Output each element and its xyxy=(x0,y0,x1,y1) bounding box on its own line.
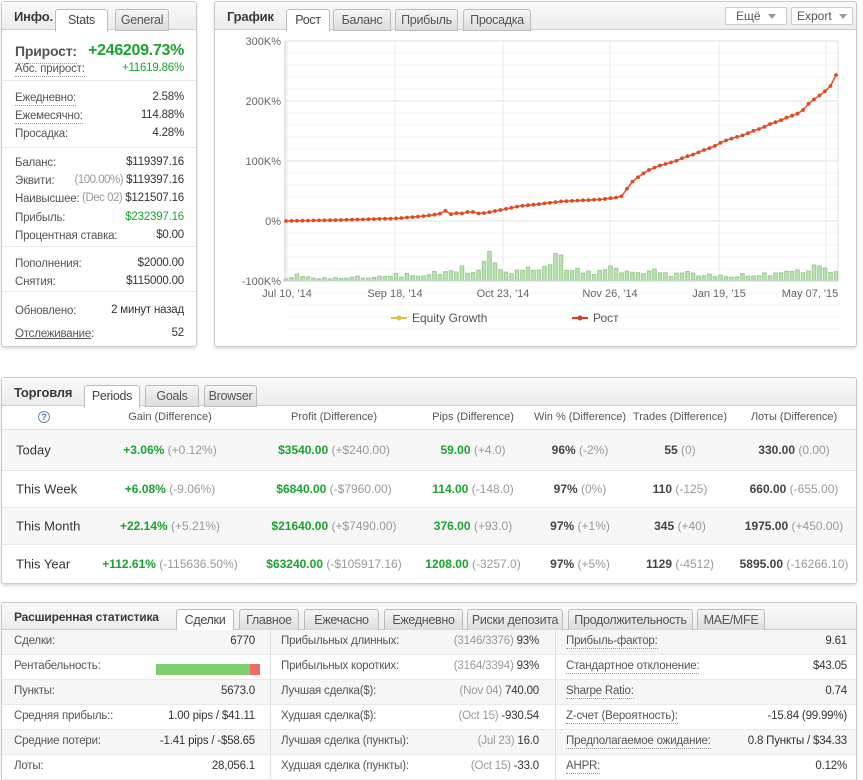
svg-text:Equity Growth: Equity Growth xyxy=(412,311,487,325)
svg-text:Рост: Рост xyxy=(593,311,619,325)
svg-text:Jan 19, '15: Jan 19, '15 xyxy=(692,288,745,300)
svg-text:-100K%: -100K% xyxy=(242,276,281,288)
svg-text:Sep 18, '14: Sep 18, '14 xyxy=(367,288,422,300)
svg-text:200K%: 200K% xyxy=(246,96,282,108)
svg-text:0%: 0% xyxy=(265,216,281,228)
svg-text:100K%: 100K% xyxy=(246,156,282,168)
svg-text:Jul 10, '14: Jul 10, '14 xyxy=(262,288,312,300)
svg-text:Oct 23, '14: Oct 23, '14 xyxy=(477,288,530,300)
svg-text:300K%: 300K% xyxy=(246,36,282,48)
svg-text:Nov 26, '14: Nov 26, '14 xyxy=(582,288,637,300)
svg-text:May 07, '15: May 07, '15 xyxy=(782,288,839,300)
